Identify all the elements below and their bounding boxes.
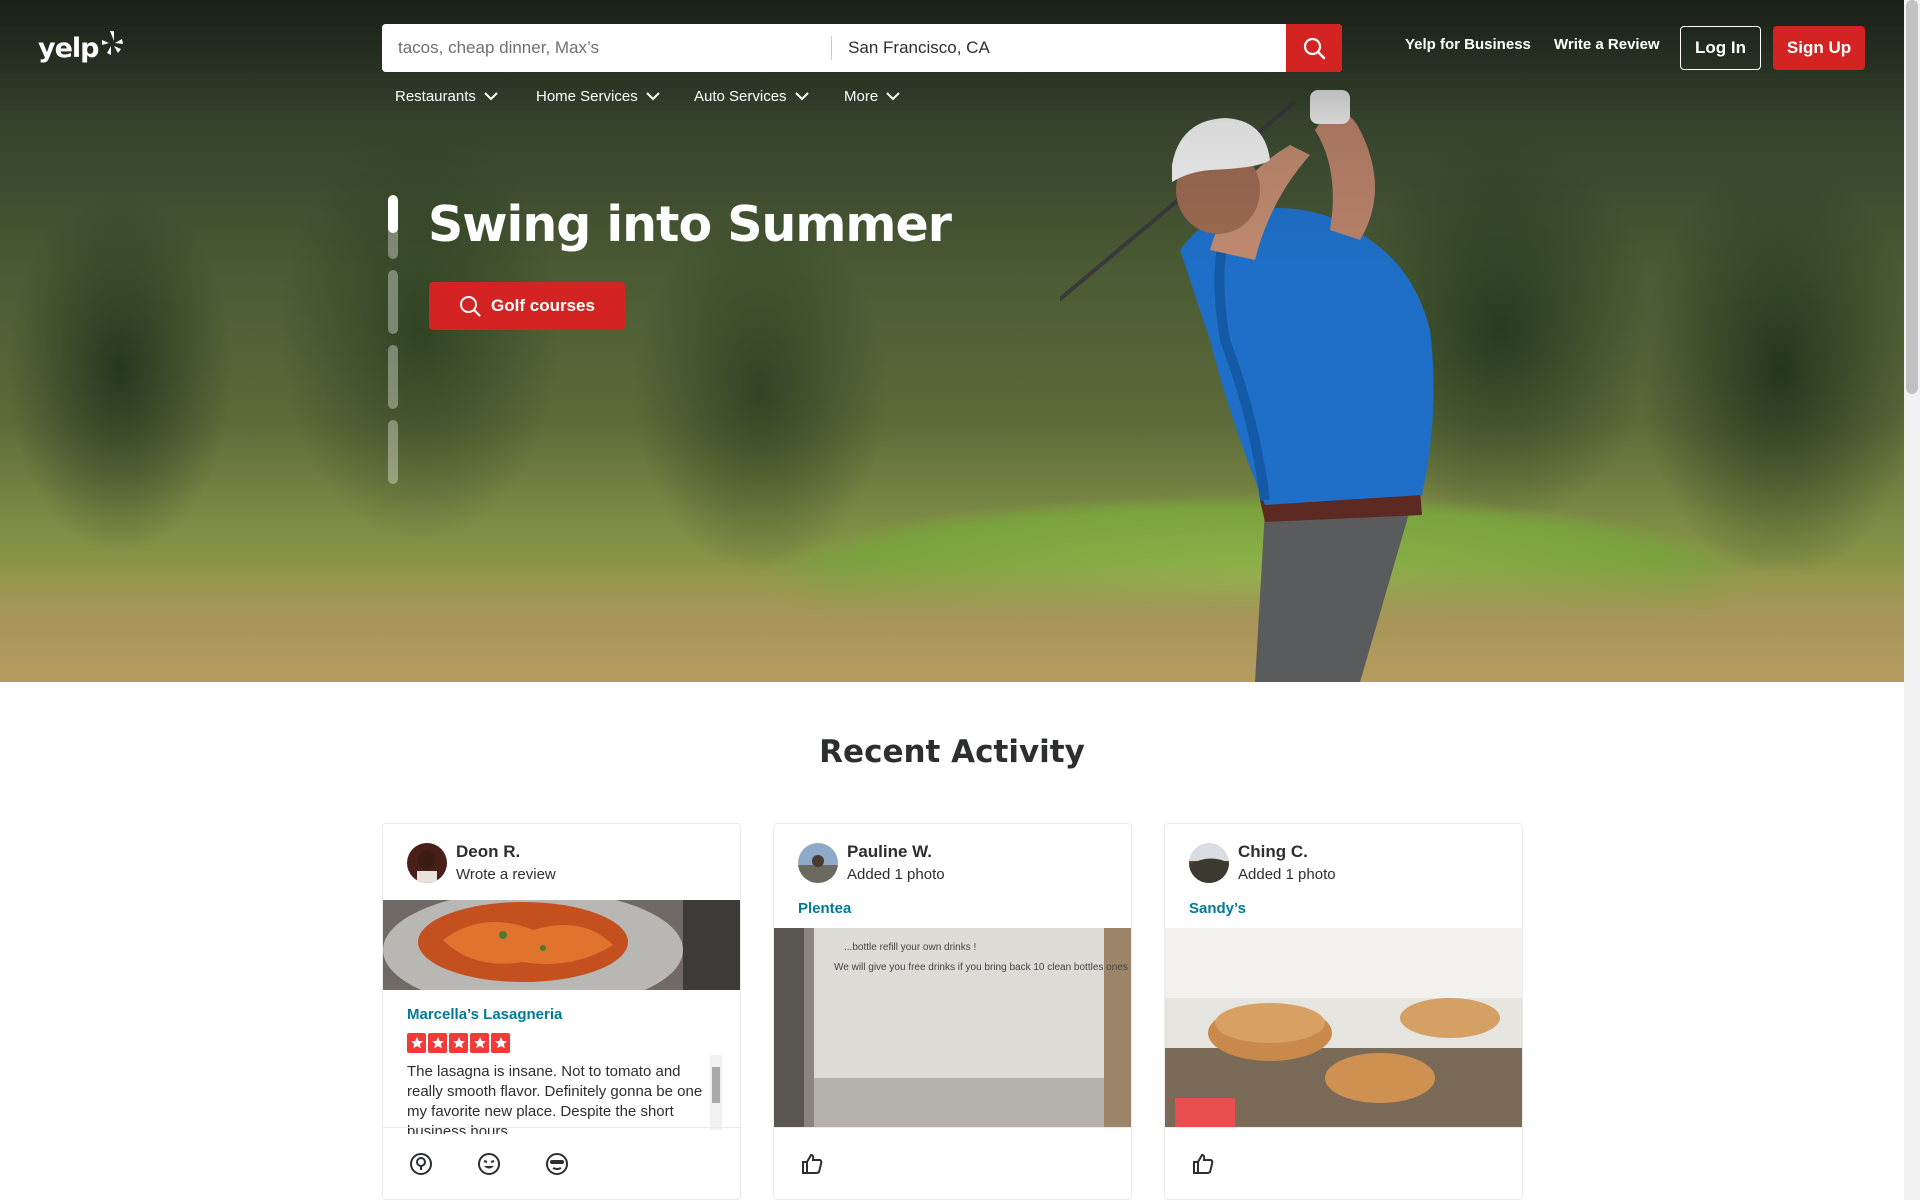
- category-label: More: [844, 88, 879, 105]
- category-label: Home Services: [536, 88, 638, 105]
- search-button[interactable]: [1286, 24, 1342, 72]
- yelp-for-business-link[interactable]: Yelp for Business: [1405, 36, 1531, 53]
- star-rating: [407, 1033, 512, 1053]
- review-scrollbar[interactable]: [710, 1055, 722, 1130]
- location-input[interactable]: [832, 24, 1287, 72]
- page-scrollbar-thumb[interactable]: [1906, 0, 1918, 394]
- slide-indicator-4[interactable]: [388, 420, 398, 484]
- slide-progress-fill: [388, 195, 398, 234]
- write-review-link[interactable]: Write a Review: [1554, 36, 1660, 53]
- card-footer: [774, 1127, 1131, 1199]
- hero-cta-label: Golf courses: [491, 296, 595, 315]
- star-icon: [428, 1033, 447, 1053]
- slide-indicator-1[interactable]: [388, 195, 398, 259]
- card-footer: [1165, 1127, 1522, 1199]
- card-header: Deon R. Wrote a review: [407, 842, 556, 883]
- chevron-down-icon: [484, 92, 498, 101]
- search-icon: [1303, 37, 1326, 60]
- sandys-photo[interactable]: [1165, 928, 1522, 1128]
- slide-indicator-2[interactable]: [388, 270, 398, 334]
- business-link[interactable]: Plentea: [798, 900, 851, 917]
- photo-sign-line-2: We will give you free drinks if you brin…: [834, 962, 1132, 973]
- thumbs-up-icon[interactable]: [798, 1150, 826, 1178]
- funny-icon[interactable]: [475, 1150, 503, 1178]
- helpful-icon[interactable]: [407, 1150, 435, 1178]
- star-icon: [470, 1033, 489, 1053]
- category-auto-services[interactable]: Auto Services: [694, 88, 809, 105]
- user-action: Added 1 photo: [1238, 866, 1336, 883]
- user-name[interactable]: Ching C.: [1238, 842, 1336, 862]
- star-icon: [449, 1033, 468, 1053]
- thumbs-up-icon[interactable]: [1189, 1150, 1217, 1178]
- activity-card: Deon R. Wrote a review Marcella’s Lasagn…: [382, 823, 741, 1200]
- photo-sign-line-1: ...bottle refill your own drinks !: [844, 942, 976, 953]
- category-label: Auto Services: [694, 88, 787, 105]
- user-name[interactable]: Pauline W.: [847, 842, 945, 862]
- avatar[interactable]: [798, 842, 838, 883]
- slide-indicator-3[interactable]: [388, 345, 398, 409]
- star-icon: [407, 1033, 426, 1053]
- review-text: The lasagna is insane. Not to tomato and…: [407, 1063, 703, 1134]
- activity-card: Pauline W. Added 1 photo Plentea ...bott…: [773, 823, 1132, 1200]
- signup-button[interactable]: Sign Up: [1773, 26, 1865, 70]
- user-name[interactable]: Deon R.: [456, 842, 556, 862]
- user-action: Added 1 photo: [847, 866, 945, 883]
- avatar[interactable]: [407, 842, 447, 883]
- logo-wordmark: yelp: [38, 32, 99, 64]
- search-icon: [460, 296, 481, 317]
- chevron-down-icon: [886, 92, 900, 101]
- star-icon: [491, 1033, 510, 1053]
- login-button[interactable]: Log In: [1680, 26, 1761, 70]
- category-label: Restaurants: [395, 88, 476, 105]
- page-scrollbar[interactable]: [1904, 0, 1920, 1200]
- find-input[interactable]: [382, 24, 832, 72]
- chevron-down-icon: [794, 92, 809, 101]
- business-link[interactable]: Sandy’s: [1189, 900, 1246, 917]
- hero-cta-button[interactable]: Golf courses: [429, 282, 625, 330]
- page: yelp Yelp for Business Write a Revie: [0, 0, 1920, 1200]
- plentea-photo[interactable]: ...bottle refill your own drinks ! We wi…: [774, 928, 1132, 1128]
- hero-title: Swing into Summer: [428, 196, 952, 253]
- recent-activity-title: Recent Activity: [819, 734, 1085, 770]
- photo-sign-line-2: We will give you free drinks if you brin…: [834, 962, 1132, 973]
- hero-banner: yelp Yelp for Business Write a Revie: [0, 0, 1904, 682]
- user-action: Wrote a review: [456, 866, 556, 883]
- card-header: Ching C. Added 1 photo: [1189, 842, 1336, 883]
- business-link[interactable]: Marcella’s Lasagneria: [407, 1006, 562, 1023]
- yelp-logo[interactable]: yelp: [38, 28, 124, 68]
- card-footer: [383, 1127, 740, 1199]
- hero-top-shade: [0, 0, 1904, 682]
- category-more[interactable]: More: [844, 88, 900, 105]
- chevron-down-icon: [645, 92, 660, 101]
- search-bar: [382, 24, 1342, 72]
- card-header: Pauline W. Added 1 photo: [798, 842, 945, 883]
- hero-slide-indicators: [388, 195, 398, 495]
- category-restaurants[interactable]: Restaurants: [395, 88, 498, 105]
- category-home-services[interactable]: Home Services: [536, 88, 660, 105]
- lasagna-photo[interactable]: [383, 900, 740, 990]
- yelp-burst-icon: [101, 31, 123, 55]
- avatar[interactable]: [1189, 842, 1229, 883]
- activity-card: Ching C. Added 1 photo Sandy’s: [1164, 823, 1523, 1200]
- cool-icon[interactable]: [543, 1150, 571, 1178]
